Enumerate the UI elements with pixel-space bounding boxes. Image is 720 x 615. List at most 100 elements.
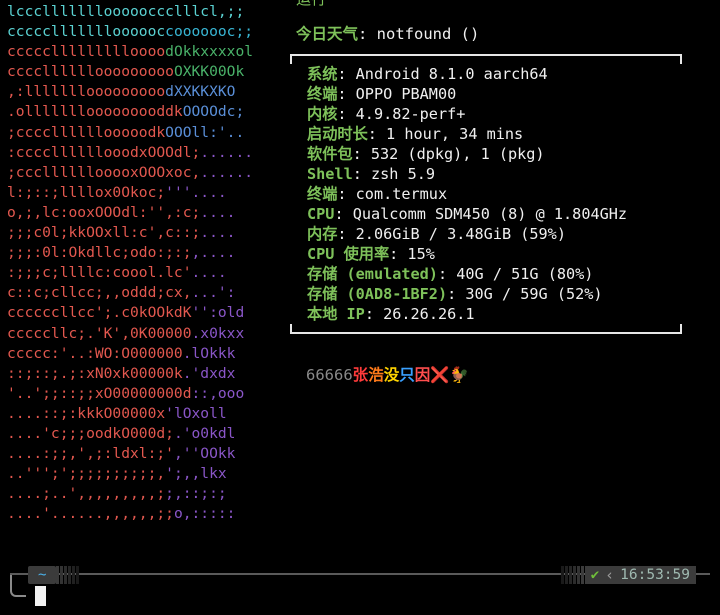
logo-segment: cccccllllllllloooo: [7, 43, 166, 61]
logo-segment: '..';;::;;xO00000000d: [7, 384, 192, 402]
info-rows: 系统: Android 8.1.0 aarch64 终端: OPPO PBAM00…: [307, 64, 627, 324]
info-row: 内存: 2.06GiB / 3.48GiB (59%): [307, 224, 627, 244]
segment-fade-right: [560, 566, 585, 584]
logo-segment: ..''';';;;;;;;;;;,: [7, 465, 166, 483]
logo-segment: ......: [200, 163, 254, 181]
logo-segment: '':old: [191, 304, 245, 322]
info-row: 存储 (emulated): 40G / 51G (80%): [307, 264, 627, 284]
logo-segment: ....: [200, 224, 236, 242]
logo-segment: ....: [191, 264, 227, 282]
terminal-window[interactable]: lcccllllllloooooccclllcl,;; ccccclllllllo…: [0, 0, 720, 615]
logo-row: cccccllllllllloooodOkkxxxxol: [7, 42, 253, 62]
logo-segment: o,;,lc:ooxOOOdl:'',:c;: [7, 203, 201, 221]
logo-segment: ccccc:'..:WO:O000000: [7, 344, 183, 362]
logo-row: c::c;cllcc;,,oddd;cx,...':: [7, 283, 253, 303]
logo-segment: .x0kxx: [191, 324, 245, 342]
logo-row: '..';;::;;xO00000000d::,ooo: [7, 384, 253, 404]
logo-row: ....'......,,,,,,;;o,:::::: [7, 504, 253, 524]
logo-segment: ....:;;,',;:ldxl:;': [7, 445, 174, 463]
logo-segment: c::c;cllcc;,,oddd;cx,: [7, 284, 192, 302]
logo-row: ;cccllllllooooxOOOxoc,......: [7, 163, 253, 183]
info-value: : 40G / 51G (80%): [437, 265, 594, 283]
logo-segment: dOkkxxxxol: [165, 43, 254, 61]
logo-row: ..''';';;;;;;;;;;,';,,lkx: [7, 464, 253, 484]
logo-segment: ccccccllcc';.c0kOOkdK: [7, 304, 192, 322]
logo-segment: lcccllllllloooooccclllcl,;;: [7, 3, 245, 20]
info-key: 内存: [307, 225, 338, 243]
prompt-corner: [10, 575, 26, 597]
box-border-bottom: [290, 332, 682, 334]
tag-char-4: 只: [399, 366, 415, 384]
tag-char-1: 张: [352, 366, 369, 384]
logo-segment: ,''OOkk: [173, 445, 236, 463]
logo-row: :;;;c;llllc:coool.lc'....: [7, 263, 253, 283]
logo-row: ;ccccllllllooooodkOOOll:'..: [7, 123, 253, 143]
tag-char-5: 因: [414, 366, 431, 384]
info-key: 存储 (emulated): [307, 265, 438, 283]
logo-segment: ;ccccllllllooooodk: [7, 123, 166, 141]
tag-char-2: 浩: [368, 366, 384, 384]
ascii-logo: lcccllllllloooooccclllcl,;; ccccclllllllo…: [7, 2, 253, 524]
logo-row: ::;::;.;:xN0xk00000k.'dxdx: [7, 364, 253, 384]
logo-segment: ;;;c0l;kkOOxll:c',c::;: [7, 224, 201, 242]
info-value: : Android 8.1.0 aarch64: [337, 65, 548, 83]
cutoff-line: 运行: [296, 0, 353, 9]
logo-segment: '''....: [165, 183, 227, 201]
logo-segment: ';,,lkx: [165, 465, 227, 483]
logo-segment: ....: [200, 203, 236, 221]
info-value: : 15%: [389, 245, 435, 263]
logo-row: ....'c;;;oodkO000d;.'o0kdl: [7, 424, 253, 444]
logo-segment: ,:lllllllooooooooo: [7, 83, 166, 101]
current-directory: ~: [28, 566, 57, 584]
logo-segment: l:;::;llllox0Okoc;: [7, 183, 166, 201]
logo-segment: :ccccllllllooodxOOOdl;: [7, 143, 201, 161]
logo-segment: :;;;c;llllc:coool.lc': [7, 264, 192, 282]
logo-segment: ......: [200, 143, 254, 161]
logo-row: .olllllllooooooooddkOOOOdc;: [7, 102, 253, 122]
info-key: CPU: [307, 205, 335, 223]
logo-segment: 'lOxoll: [165, 404, 227, 422]
logo-row: ;;;c0l;kkOOxll:c',c::;....: [7, 223, 253, 243]
tag-number: 66666: [306, 366, 353, 384]
info-row: 终端: com.termux: [307, 184, 627, 204]
logo-segment: ;,::;:;: [165, 485, 227, 503]
logo-row: ....;..',,,,,,,,,;;,::;:;: [7, 484, 253, 504]
logo-row: :ccccllllllooodxOOOdl;......: [7, 143, 253, 163]
check-icon: ✔: [590, 567, 600, 583]
logo-segment: cooooooc;;: [165, 23, 254, 41]
box-corner-tl: [290, 54, 292, 64]
logo-segment: ,....: [191, 244, 236, 262]
logo-segment: .'o0kdl: [173, 424, 236, 442]
info-row: 系统: Android 8.1.0 aarch64: [307, 64, 627, 84]
info-key: 终端: [307, 85, 338, 103]
info-row: 本地 IP: 26.26.26.1: [307, 304, 627, 324]
info-value: : 26.26.26.1: [364, 305, 475, 323]
logo-segment: ....;..',,,,,,,,,;: [7, 485, 166, 503]
logo-row: ....::;:kkkO00000x'lOxoll: [7, 404, 253, 424]
weather-value: : notfound (): [358, 25, 480, 43]
logo-segment: ::;::;.;:xN0xk00000k: [7, 364, 183, 382]
info-value: : 2.06GiB / 3.48GiB (59%): [337, 225, 566, 243]
logo-segment: .'dxdx: [182, 364, 236, 382]
info-row: CPU 使用率: 15%: [307, 244, 627, 264]
weather-line: 今日天气: notfound (): [296, 24, 479, 44]
logo-segment: OOOOdc;: [182, 103, 245, 121]
logo-row: ,:lllllllooooooooodXXKKXKO: [7, 82, 253, 102]
text-cursor[interactable]: [35, 586, 46, 606]
logo-segment: ;;;:0l:Okdllc;odo:;:;: [7, 244, 192, 262]
info-value: : Qualcomm SDM450 (8) @ 1.804GHz: [334, 205, 628, 223]
logo-segment: .olllllllooooooooddk: [7, 103, 183, 121]
info-value: : 532 (dpkg), 1 (pkg): [352, 145, 545, 163]
logo-row: ccccc:'..:WO:O000000.lOkkk: [7, 344, 253, 364]
logo-row: o,;,lc:ooxOOOdl:'',:c;....: [7, 203, 253, 223]
logo-segment: ....'......,,,,,,;;: [7, 505, 174, 523]
logo-segment: dXXKKXKO: [165, 83, 236, 101]
tag-line: 66666张浩没只因❌🐓: [306, 364, 469, 386]
segment-fade-left: [56, 566, 80, 584]
logo-segment: OXKK00Ok: [173, 63, 245, 81]
info-row: 内核: 4.9.82-perf+: [307, 104, 627, 124]
cross-icon: ❌: [430, 366, 450, 384]
info-value: : 30G / 59G (52%): [447, 285, 603, 303]
logo-segment: ;cccllllllooooxOOOxoc,: [7, 163, 201, 181]
box-corner-br: [680, 324, 682, 334]
